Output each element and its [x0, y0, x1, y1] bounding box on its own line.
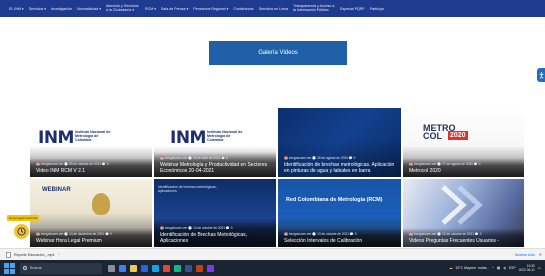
- nav-item-el-inm[interactable]: EL INM ▾: [9, 7, 24, 11]
- language-indicator[interactable]: ESP: [509, 266, 516, 270]
- card-title[interactable]: Selección Intervalos de Calibración: [284, 238, 396, 244]
- card-meta: 📅 inmgotcovm.ver 🕒 12 de octubre de 2021…: [409, 232, 482, 236]
- taskbar-apps: [108, 264, 214, 272]
- edge-icon[interactable]: [119, 264, 126, 272]
- card-caption: 📅 inmgotcovm.ver 🕒 14 de octubre de 2021…: [154, 218, 276, 247]
- card-caption: 📅 inmgotcovm.ver 🕒 14 de diciembre de 20…: [30, 228, 152, 247]
- taskbar-date: 2022-06-11: [518, 268, 535, 272]
- video-card[interactable]: Identificación de brechas metrológicas, …: [154, 179, 276, 247]
- show-all-downloads-link[interactable]: Mostrar todo: [515, 253, 535, 257]
- card-caption: 📅 inmgotcovm.ver 🕒 28 de agosto de 2020 …: [278, 140, 401, 177]
- presenter-photo: [92, 193, 110, 215]
- notifications-icon[interactable]: ▭: [538, 266, 541, 270]
- card-meta: 📅 inmgotcovm.ver 🕒 14 de octubre de 2021…: [160, 226, 233, 230]
- windows-start-icon[interactable]: [4, 262, 15, 274]
- card-title[interactable]: Video INM RCM V 2.1: [36, 168, 147, 174]
- close-icon[interactable]: ✕: [539, 252, 542, 257]
- chrome-icon[interactable]: [163, 264, 170, 272]
- nav-item-sala-de-prensa[interactable]: Sala de Prensa ▾: [161, 7, 188, 11]
- video-card[interactable]: 📅 inmgotcovm.ver 🕒 12 de octubre de 2021…: [403, 179, 524, 247]
- weather-icon[interactable]: ☁: [449, 266, 452, 270]
- taskbar-clock[interactable]: 10:30 2022-06-11: [519, 264, 535, 272]
- inm-logo: INM: [170, 128, 206, 148]
- card-meta: 📅 inmgotcovm.ver 🕒 26 de abril de 2021 💬…: [160, 156, 228, 160]
- card-caption: 📅 inmgotcovm.ver 🕒 05 de octubre de 2021…: [30, 158, 152, 177]
- nav-item-pensamos-regional[interactable]: Pensamos Regional ▾: [193, 7, 228, 11]
- volume-icon[interactable]: ◂): [503, 266, 506, 270]
- video-card[interactable]: INM Instituto Nacional de Metrología de …: [154, 108, 276, 177]
- card-title[interactable]: Webinar Metrología y Productividad en Se…: [160, 162, 271, 174]
- windows-taskbar: Buscar ☁ 19°C Mayorm. nubla... ^ ▦ ◂) ES…: [0, 260, 545, 276]
- galeria-videos-banner: Galería Videos: [209, 41, 347, 65]
- nav-item-atencion[interactable]: Atención y Servicios a la Ciudadanía ▾: [106, 4, 140, 12]
- card-caption: 📅 inmgotcovm.ver 🕒 26 de abril de 2021 💬…: [154, 152, 276, 177]
- task-view-icon[interactable]: [108, 264, 115, 272]
- webinar-label: WEBINAR: [42, 187, 71, 193]
- taskbar-search-placeholder: Buscar: [30, 266, 42, 270]
- hora-legal-badge: Hora Legal Colombia: [7, 215, 40, 221]
- powerpoint-icon[interactable]: [196, 264, 203, 272]
- weather-text[interactable]: 19°C Mayorm. nubla...: [455, 266, 489, 270]
- inm-logo-subtitle: Instituto Nacional de Metrología de Colo…: [207, 130, 243, 142]
- clock-icon[interactable]: [14, 224, 29, 239]
- inm-logo: INM: [38, 128, 74, 148]
- network-icon[interactable]: ▦: [497, 266, 500, 270]
- excel-icon[interactable]: [174, 264, 181, 272]
- video-card[interactable]: METRO COL 2020 📅 inmgotcovm.ver 🕒 27 de …: [403, 108, 524, 177]
- taskbar-search[interactable]: Buscar: [20, 262, 102, 274]
- nav-item-participa[interactable]: Participa: [370, 7, 384, 11]
- video-card[interactable]: INM Instituto Nacional de Metrología de …: [30, 108, 152, 177]
- mail-icon[interactable]: [152, 264, 159, 272]
- card-meta: 📅 inmgotcovm.ver 🕒 14 de diciembre de 20…: [36, 232, 112, 236]
- file-explorer-icon[interactable]: [130, 264, 137, 272]
- nav-item-servicios[interactable]: Servicios ▾: [29, 7, 46, 11]
- browser-page: EL INM ▾ Servicios ▾ Investigación Norma…: [0, 0, 545, 276]
- video-card[interactable]: WEBINAR 📅 inmgotcovm.ver 🕒 14 de diciemb…: [30, 179, 152, 247]
- chevron-up-icon[interactable]: ^: [492, 266, 494, 270]
- rcm-heading: Red Colombiana de Metrología (RCM): [286, 197, 383, 203]
- card-meta: 📅 inmgotcovm.ver 🕒 05 de octubre de 2021…: [36, 162, 109, 166]
- main-navigation: EL INM ▾ Servicios ▾ Investigación Norma…: [0, 0, 545, 17]
- inm-logo-subtitle: Instituto Nacional de Metrología de Colo…: [75, 130, 111, 142]
- search-icon: [23, 266, 27, 270]
- chevron-up-icon[interactable]: ⌃: [58, 253, 61, 257]
- card-title[interactable]: Videos Preguntas Frecuentes Usuarios -: [409, 238, 519, 244]
- card-meta: 📅 inmgotcovm.ver 🕒 27 de agosto de 2020 …: [409, 162, 481, 166]
- nav-item-transparencia[interactable]: Transparencia y Acceso a la Información …: [293, 4, 335, 12]
- card-title[interactable]: Metrocol 2020: [409, 168, 519, 174]
- video-card[interactable]: 📅 inmgotcovm.ver 🕒 28 de agosto de 2020 …: [278, 108, 401, 177]
- card-caption: 📅 inmgotcovm.ver 🕒 13 de octubre de 2021…: [278, 228, 401, 247]
- metrocol-year: 2020: [448, 131, 468, 140]
- card-caption: 📅 inmgotcovm.ver 🕒 27 de agosto de 2020 …: [403, 158, 524, 177]
- nav-item-contactenos[interactable]: Contáctenos: [233, 7, 253, 11]
- nav-item-investigacion[interactable]: Investigación: [51, 7, 72, 11]
- system-tray: ☁ 19°C Mayorm. nubla... ^ ▦ ◂) ESP 10:30…: [449, 260, 541, 276]
- download-filename: Reporte Educación_.mp4: [14, 252, 55, 257]
- accessibility-icon[interactable]: [537, 68, 545, 82]
- card-title[interactable]: Identificación de Brechas Metrológicas, …: [160, 232, 271, 244]
- teams-icon[interactable]: [207, 264, 214, 272]
- card-title[interactable]: Webinar Hora Legal Premium: [36, 238, 147, 244]
- card-meta: 📅 inmgotcovm.ver 🕒 28 de agosto de 2020 …: [284, 156, 356, 160]
- download-item[interactable]: Reporte Educación_.mp4 ⌃: [6, 251, 61, 258]
- card-meta: 📅 inmgotcovm.ver 🕒 13 de octubre de 2021…: [284, 232, 357, 236]
- nav-item-especial-pqrf[interactable]: Especial PQRF: [340, 7, 365, 11]
- nav-item-servicios-en-linea[interactable]: Servicios en Línea: [259, 7, 289, 11]
- decorative-chevrons: [441, 185, 483, 225]
- card-caption: 📅 inmgotcovm.ver 🕒 12 de octubre de 2021…: [403, 228, 524, 247]
- downloads-bar: Reporte Educación_.mp4 ⌃ Mostrar todo ✕: [0, 248, 545, 260]
- file-icon: [6, 251, 11, 258]
- nav-item-normatividad[interactable]: Normatividad ▾: [77, 7, 101, 11]
- card-inner-text: Identificación de brechas metrológicas, …: [158, 185, 217, 193]
- store-icon[interactable]: [141, 264, 148, 272]
- card-title[interactable]: Identificación de brechas metrológicas. …: [284, 162, 396, 174]
- nav-item-rcm[interactable]: RCM ▾: [145, 7, 156, 11]
- video-gallery: INM Instituto Nacional de Metrología de …: [30, 108, 524, 251]
- video-card[interactable]: Red Colombiana de Metrología (RCM) 📅 inm…: [278, 179, 401, 247]
- word-icon[interactable]: [185, 264, 192, 272]
